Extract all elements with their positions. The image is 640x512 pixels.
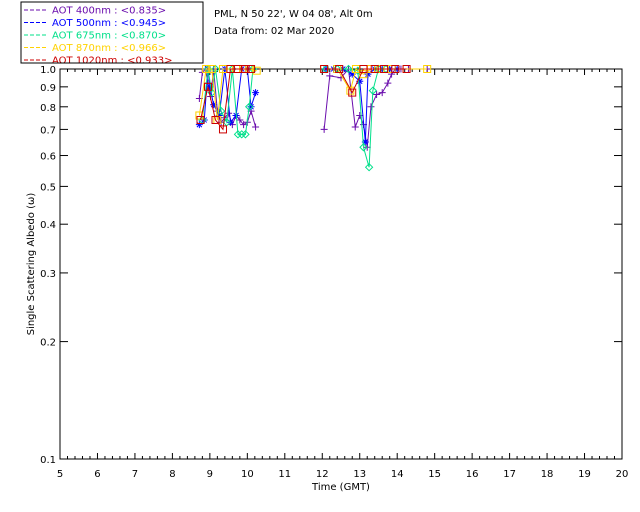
series-3 xyxy=(195,65,432,124)
y-axis-label: Single Scattering Albedo (ω) xyxy=(26,193,37,336)
legend: AOT 400nm : <0.835>AOT 500nm : <0.945> AO… xyxy=(20,1,204,67)
x-tick-label: 5 xyxy=(57,469,63,480)
axis-ticks: 5 6 7 8 9 10 11 12 13 14 15 16 17 18 19 20 0.1 0.2 0.3 0.4 0… xyxy=(40,65,628,480)
x-tick-label: 9 xyxy=(207,469,213,480)
x-tick-label: 19 xyxy=(578,469,591,480)
data-point xyxy=(252,123,260,131)
y-tick-label: 0.2 xyxy=(40,338,56,349)
y-tick-label: 0.3 xyxy=(40,269,56,280)
x-tick-label: 12 xyxy=(316,469,329,480)
legend-entry: AOT 870nm : <0.966> xyxy=(52,43,166,54)
date-text: Data from: 02 Mar 2020 xyxy=(214,26,334,37)
x-tick-label: 13 xyxy=(353,469,366,480)
x-tick-label: 20 xyxy=(616,469,629,480)
data-point xyxy=(320,125,328,133)
location-text: PML, N 50 22', W 04 08', Alt 0m xyxy=(214,9,373,20)
legend-entry: AOT 500nm : <0.945> xyxy=(52,18,166,29)
y-tick-label: 0.6 xyxy=(40,152,56,163)
x-tick-label: 14 xyxy=(391,469,404,480)
x-tick-label: 10 xyxy=(241,469,254,480)
y-tick-label: 0.9 xyxy=(40,83,56,94)
data-point xyxy=(351,123,359,131)
data-point xyxy=(326,72,334,80)
y-tick-label: 0.8 xyxy=(40,103,56,114)
y-tick-label: 1.0 xyxy=(40,65,56,76)
x-tick-label: 6 xyxy=(94,469,100,480)
x-tick-label: 11 xyxy=(278,469,291,480)
plot-area xyxy=(59,68,623,460)
y-tick-label: 0.7 xyxy=(40,125,56,136)
y-tick-label: 0.4 xyxy=(40,220,56,231)
legend-entry: AOT 1020nm : <0.933> xyxy=(52,56,172,67)
series-1 xyxy=(195,65,401,146)
series-layer xyxy=(195,64,432,172)
y-tick-label: 0.5 xyxy=(40,182,56,193)
x-tick-label: 7 xyxy=(132,469,138,480)
data-point xyxy=(367,103,375,111)
chart-svg: AOT 400nm : <0.835>AOT 500nm : <0.945> AO… xyxy=(20,1,628,493)
x-tick-label: 16 xyxy=(466,469,479,480)
y-tick-label: 0.1 xyxy=(40,455,56,466)
x-tick-label: 15 xyxy=(428,469,441,480)
legend-entry: AOT 400nm : <0.835> xyxy=(52,6,166,17)
x-tick-label: 8 xyxy=(169,469,175,480)
x-tick-label: 18 xyxy=(541,469,554,480)
x-tick-label: 17 xyxy=(503,469,516,480)
x-axis-label: Time (GMT) xyxy=(311,482,370,493)
legend-entry: AOT 675nm : <0.870> xyxy=(52,31,166,42)
data-point xyxy=(384,79,392,87)
data-point xyxy=(252,89,260,97)
